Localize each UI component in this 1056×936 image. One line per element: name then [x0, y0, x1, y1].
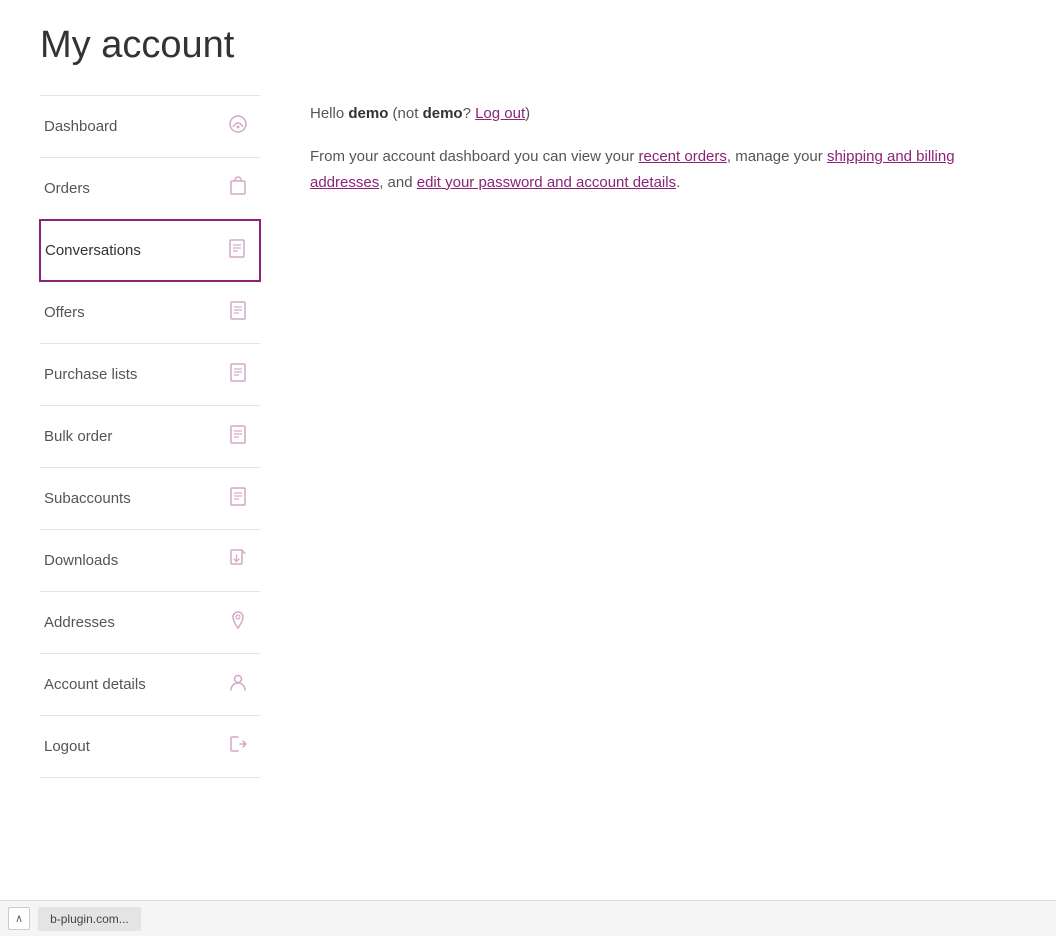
- addresses-icon: [228, 610, 248, 635]
- sidebar-item-purchase-lists[interactable]: Purchase lists: [40, 344, 260, 406]
- sidebar-label-orders: Orders: [44, 180, 220, 197]
- status-url: b-plugin.com...: [38, 907, 141, 931]
- sidebar-label-offers: Offers: [44, 304, 220, 321]
- browser-chrome: ∧ b-plugin.com...: [0, 900, 1056, 936]
- greeting-suffix: ?: [463, 105, 476, 122]
- sidebar-label-bulk-order: Bulk order: [44, 428, 220, 445]
- sidebar-item-orders[interactable]: Orders: [40, 158, 260, 220]
- page-title: My account: [40, 24, 1016, 67]
- sidebar-item-offers[interactable]: Offers: [40, 282, 260, 344]
- desc-part3: , and: [379, 174, 417, 191]
- desc-part4: .: [676, 174, 680, 191]
- sidebar-label-purchase-lists: Purchase lists: [44, 366, 220, 383]
- logout-icon: [228, 734, 248, 759]
- sidebar-label-logout: Logout: [44, 738, 220, 755]
- sidebar-item-subaccounts[interactable]: Subaccounts: [40, 468, 260, 530]
- purchase-lists-icon: [228, 362, 248, 387]
- sidebar-label-conversations: Conversations: [45, 242, 219, 259]
- sidebar-item-conversations[interactable]: Conversations: [39, 219, 261, 282]
- browser-chrome-left: ∧ b-plugin.com...: [0, 907, 141, 931]
- greeting: Hello demo (not demo? Log out): [310, 105, 1016, 122]
- sidebar-item-dashboard[interactable]: Dashboard: [40, 96, 260, 158]
- sidebar-item-bulk-order[interactable]: Bulk order: [40, 406, 260, 468]
- greeting-username2: demo: [423, 105, 463, 122]
- sidebar-item-addresses[interactable]: Addresses: [40, 592, 260, 654]
- bulk-order-icon: [228, 424, 248, 449]
- downloads-icon: [228, 548, 248, 573]
- account-details-icon: [228, 672, 248, 697]
- content-area: Dashboard Orders: [40, 95, 1016, 778]
- sidebar-label-account-details: Account details: [44, 676, 220, 693]
- desc-part1: From your account dashboard you can view…: [310, 148, 639, 165]
- orders-icon: [228, 176, 248, 201]
- conversations-icon: [227, 238, 247, 263]
- sidebar-item-account-details[interactable]: Account details: [40, 654, 260, 716]
- logout-link[interactable]: Log out: [475, 105, 525, 122]
- sidebar-item-logout[interactable]: Logout: [40, 716, 260, 778]
- sidebar: Dashboard Orders: [40, 95, 260, 778]
- recent-orders-link[interactable]: recent orders: [639, 148, 727, 165]
- sidebar-label-downloads: Downloads: [44, 552, 220, 569]
- sidebar-item-downloads[interactable]: Downloads: [40, 530, 260, 592]
- subaccounts-icon: [228, 486, 248, 511]
- dashboard-icon: [228, 114, 248, 139]
- greeting-prefix: Hello: [310, 105, 348, 122]
- greeting-close: ): [525, 105, 530, 122]
- page-container: My account Dashboard Orders: [0, 0, 1056, 818]
- chevron-up-button[interactable]: ∧: [8, 907, 30, 930]
- offers-icon: [228, 300, 248, 325]
- desc-part2: , manage your: [727, 148, 827, 165]
- sidebar-label-dashboard: Dashboard: [44, 118, 220, 135]
- password-link[interactable]: edit your password and account details: [417, 174, 676, 191]
- sidebar-label-addresses: Addresses: [44, 614, 220, 631]
- main-content: Hello demo (not demo? Log out) From your…: [260, 95, 1016, 778]
- greeting-middle: (not: [388, 105, 422, 122]
- description: From your account dashboard you can view…: [310, 144, 1016, 195]
- greeting-username: demo: [348, 105, 388, 122]
- sidebar-label-subaccounts: Subaccounts: [44, 490, 220, 507]
